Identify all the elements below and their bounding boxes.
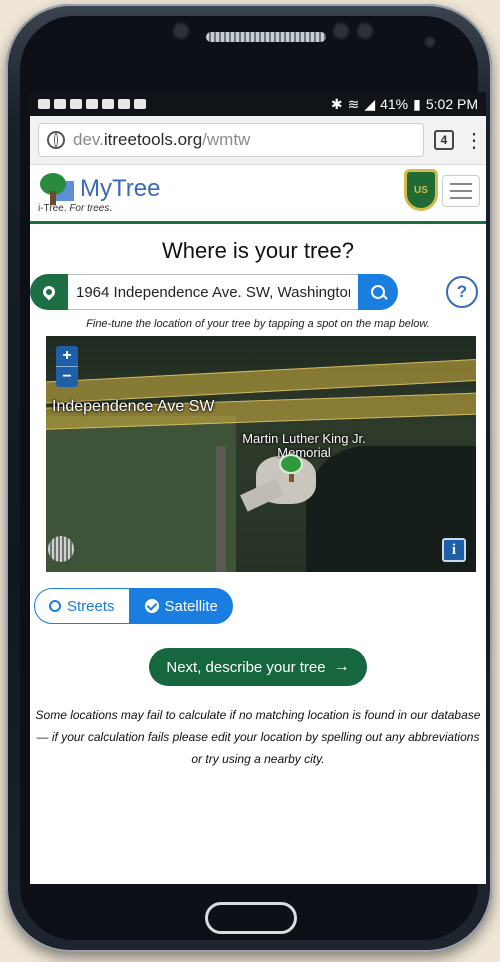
status-bar: ✱ ≋ ◢ 41% ▮ 5:02 PM [30, 92, 486, 116]
zoom-out-button[interactable]: − [56, 367, 78, 387]
search-icon [371, 285, 385, 299]
globe-icon [47, 131, 65, 149]
search-button[interactable] [358, 274, 398, 310]
browser-toolbar: dev. itreetools.org/wmtw 4 ⋮ [30, 116, 486, 165]
bluetooth-icon: ✱ [330, 95, 343, 112]
tree-logo-icon [38, 172, 74, 205]
location-map[interactable]: + − Independence Ave SW Martin Luther Ki… [46, 336, 476, 572]
battery-icon: ▮ [413, 95, 421, 112]
app-header: MyTree i-Tree. For trees. US [30, 165, 486, 224]
satellite-label: Satellite [164, 597, 218, 615]
mail-icon [38, 99, 50, 109]
poi-label: Martin Luther King Jr. Memorial [242, 431, 366, 460]
system-icons: ✱ ≋ ◢ 41% ▮ 5:02 PM [331, 96, 478, 113]
map-attribution-icon [48, 536, 74, 562]
gallery-icon [70, 99, 82, 109]
device-screen: ✱ ≋ ◢ 41% ▮ 5:02 PM dev. itreetools.org/w… [30, 92, 486, 884]
location-search-row: ? [30, 274, 478, 310]
home-icon [134, 99, 146, 109]
map-hint-text: Fine-tune the location of your tree by t… [86, 318, 430, 330]
proximity-sensor [334, 24, 348, 38]
next-button-label: Next, describe your tree [166, 658, 326, 676]
check-circle-icon [144, 599, 159, 613]
address-bar[interactable]: dev. itreetools.org/wmtw [38, 123, 424, 157]
image-icon [86, 99, 98, 109]
battery-percent: 41% [380, 96, 409, 112]
url-subdomain: dev. [73, 130, 104, 149]
map-side-road [216, 446, 226, 572]
earpiece-speaker [206, 32, 326, 42]
zoom-in-button[interactable]: + [56, 346, 78, 367]
mytree-logo[interactable]: MyTree i-Tree. For trees. [38, 172, 161, 214]
tab-switcher-button[interactable]: 4 [434, 130, 454, 150]
streets-label: Streets [67, 597, 115, 615]
satellite-view-button[interactable]: Satellite [129, 588, 233, 624]
radio-empty-icon [49, 600, 61, 612]
location-disclaimer: Some locations may fail to calculate if … [35, 708, 481, 766]
signal-icon: ◢ [364, 95, 376, 112]
notification-icons [38, 99, 146, 109]
zoom-control: + − [56, 346, 78, 387]
browser-menu-icon[interactable]: ⋮ [464, 128, 484, 153]
url-path: /wmtw [202, 130, 251, 149]
next-describe-tree-button[interactable]: Next, describe your tree → [149, 648, 367, 686]
streets-view-button[interactable]: Streets [34, 588, 130, 624]
address-search-input[interactable] [68, 274, 358, 310]
notification-led [426, 38, 434, 46]
arrow-right-icon: → [333, 658, 350, 675]
logo-tagline-text: For trees. [69, 202, 113, 214]
page-title: Where is your tree? [162, 238, 354, 263]
tree-marker-icon[interactable] [279, 454, 303, 482]
front-sensor [174, 24, 188, 38]
help-button[interactable]: ? [446, 276, 478, 308]
map-pin-icon [40, 283, 58, 301]
map-info-button[interactable]: i [442, 538, 466, 562]
messenger-icon [54, 99, 66, 109]
front-camera [358, 24, 372, 38]
forest-service-shield-icon: US [404, 169, 438, 211]
url-host: itreetools.org [103, 130, 203, 149]
home-button[interactable] [205, 902, 297, 934]
hamburger-menu-icon[interactable] [442, 175, 480, 207]
cloud-icon [102, 99, 114, 109]
map-lawn [46, 416, 236, 572]
logo-title: MyTree [80, 174, 161, 202]
map-view-toggle: Streets Satellite [34, 588, 486, 624]
locate-me-button[interactable] [30, 274, 68, 310]
clock: 5:02 PM [425, 96, 478, 112]
wifi-icon: ≋ [347, 95, 360, 112]
road-label: Independence Ave SW [52, 398, 215, 415]
photo-icon [118, 99, 130, 109]
